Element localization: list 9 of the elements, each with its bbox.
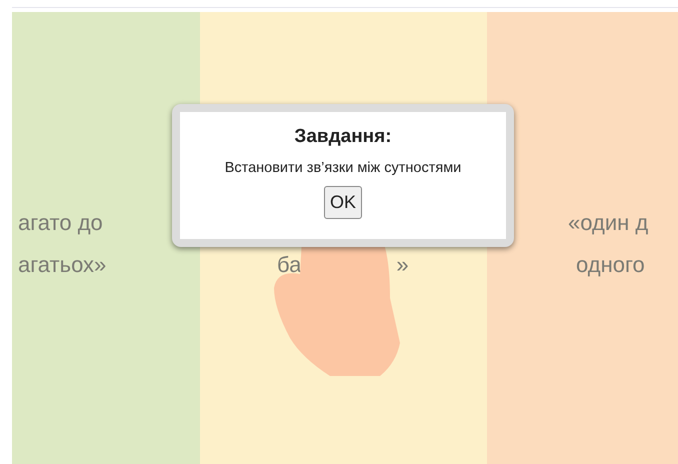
ok-button[interactable]: OK: [324, 186, 362, 219]
column-text: агато до: [18, 210, 103, 236]
dialog-title: Завдання:: [294, 126, 392, 148]
column-text: ба: [277, 252, 302, 278]
column-text: одного: [576, 252, 645, 278]
column-text: агатьох»: [18, 252, 106, 278]
column-text: »: [396, 252, 409, 278]
column-text: «один д: [568, 210, 648, 236]
dialog-message: Встановити зв’язки між сутностями: [224, 160, 462, 176]
